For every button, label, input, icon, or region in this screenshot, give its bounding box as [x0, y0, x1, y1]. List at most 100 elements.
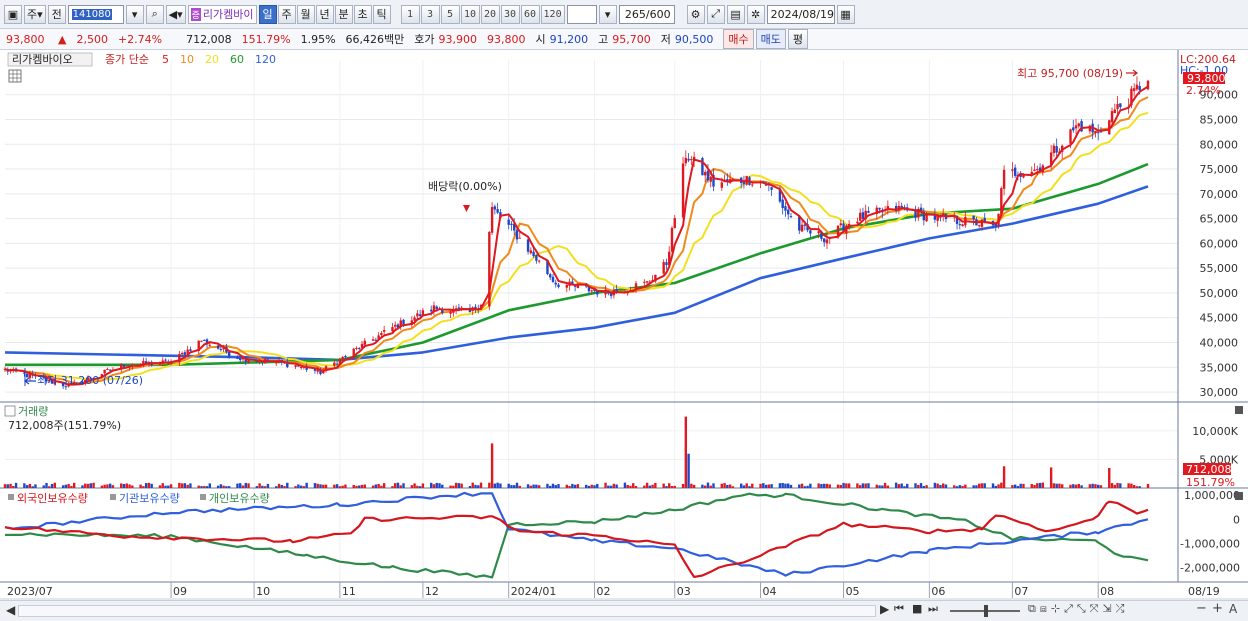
volume-bar: [781, 482, 784, 488]
period-prefix-dropdown[interactable]: 주 ▾: [24, 4, 46, 24]
volume-bar: [751, 483, 754, 488]
volume-bar: [1055, 483, 1058, 488]
prev-button[interactable]: 전: [47, 4, 66, 24]
scroll-track[interactable]: [18, 605, 876, 617]
candle-body: [861, 212, 865, 219]
candle-body: [565, 284, 569, 288]
sell-button[interactable]: 매도: [755, 29, 786, 49]
candle-body: [394, 324, 397, 327]
interval-button-1[interactable]: 1: [400, 4, 420, 24]
volume-bar: [894, 482, 898, 488]
period-tab-0[interactable]: 일: [258, 4, 277, 24]
volume-bar: [263, 486, 267, 488]
interval-dropdown-icon[interactable]: ▾: [598, 4, 617, 24]
interval-input[interactable]: [566, 4, 597, 24]
volume-bar: [836, 484, 840, 488]
volume-bar: [615, 484, 618, 488]
indicator-icon[interactable]: ⚙: [686, 4, 705, 24]
interval-button-3[interactable]: 3: [420, 4, 440, 24]
zoom-slider-handle[interactable]: [984, 605, 988, 617]
volume-bar: [258, 483, 261, 488]
volume-bar: [34, 484, 37, 488]
volume-bar: [430, 482, 433, 488]
stop-icon[interactable]: ■: [912, 602, 922, 615]
period-tab-3[interactable]: 년: [315, 4, 334, 24]
volume-bar: [477, 485, 480, 488]
interval-button-5[interactable]: 5: [440, 4, 460, 24]
volume-bar: [706, 482, 710, 488]
volume-bar: [1135, 486, 1139, 488]
volume-bar: [416, 485, 419, 488]
volume-bar: [864, 483, 867, 488]
volume-bar: [1049, 467, 1053, 488]
candle-body: [227, 351, 231, 357]
scroll-right-icon[interactable]: ▶: [880, 602, 889, 616]
volume-bar: [883, 482, 887, 488]
eval-button[interactable]: 평: [787, 29, 809, 49]
window-menu-icon[interactable]: ▣: [4, 4, 22, 24]
candle-body: [537, 260, 541, 262]
volume-bar: [983, 483, 986, 488]
period-tab-6[interactable]: 틱: [372, 4, 391, 24]
date-input[interactable]: 2024/08/19: [766, 4, 835, 24]
volume-bar: [980, 483, 984, 488]
holdings-close-icon[interactable]: [1235, 492, 1243, 500]
period-tab-5[interactable]: 초: [353, 4, 372, 24]
search-icon[interactable]: ⌕: [145, 4, 164, 24]
stock-chart[interactable]: 리가켐바이오 종가 단순 5 10 20 60 120 90,00085,00080,0…: [0, 50, 1248, 600]
count-input[interactable]: 265/600: [618, 4, 675, 24]
volume-bar: [764, 484, 768, 488]
volume-bar: [612, 483, 616, 488]
holdings-tick-label: -1,000,000: [1180, 537, 1240, 550]
high-label: 고: [598, 33, 609, 46]
volume-last-pct-tag-text: 151.79%: [1186, 476, 1235, 489]
stock-code-input[interactable]: 141080: [67, 4, 124, 24]
step-back-icon[interactable]: ⏮: [894, 602, 904, 616]
settings-icon[interactable]: ✲: [746, 4, 765, 24]
volume-bar: [302, 486, 306, 488]
interval-button-20[interactable]: 20: [480, 4, 500, 24]
interval-button-60[interactable]: 60: [520, 4, 540, 24]
price-change: 2,500: [76, 32, 108, 46]
zoom-out-icon[interactable]: −: [1196, 601, 1207, 616]
period-tab-2[interactable]: 월: [296, 4, 315, 24]
candle-body: [1138, 86, 1141, 91]
candle-body: [751, 184, 754, 186]
interval-button-10[interactable]: 10: [460, 4, 480, 24]
scroll-left-icon[interactable]: ◀: [6, 603, 15, 617]
volume-bar: [1000, 482, 1003, 488]
volume-bar: [338, 486, 342, 488]
period-tab-1[interactable]: 주: [277, 4, 296, 24]
price-tick-label: 75,000: [1200, 163, 1239, 176]
interval-button-120[interactable]: 120: [540, 4, 565, 24]
candle-body: [380, 333, 383, 335]
volume-bar: [50, 483, 54, 488]
draw-tool-icon[interactable]: ⤢: [706, 4, 725, 24]
volume-bar: [432, 484, 436, 488]
stock-name-box[interactable]: 증 리가켐바이: [187, 4, 257, 24]
price-tick-label: 55,000: [1200, 262, 1239, 275]
volume-bar: [449, 485, 452, 488]
step-forward-icon[interactable]: ⏭: [928, 602, 938, 616]
volume-bar: [845, 483, 848, 488]
volume-toggle-icon[interactable]: [4, 405, 16, 417]
interval-button-30[interactable]: 30: [500, 4, 520, 24]
volume-subtitle: 712,008주(151.79%): [8, 419, 121, 432]
volume-close-icon[interactable]: [1235, 406, 1243, 414]
volume-bar: [1041, 482, 1045, 488]
period-tab-4[interactable]: 분: [334, 4, 353, 24]
font-size-icon[interactable]: A: [1229, 602, 1237, 616]
volume-bar: [31, 486, 34, 488]
draw-tools-icon[interactable]: ⧉⧈⊹⤢⤡⤧⇲⤮: [1028, 602, 1128, 616]
code-dropdown-icon[interactable]: ▾: [125, 4, 144, 24]
save-icon[interactable]: ▤: [726, 4, 745, 24]
candle-body: [1002, 169, 1006, 189]
grid-toggle-icon[interactable]: [8, 69, 22, 83]
volume-bar: [438, 483, 441, 488]
volume-bar: [925, 485, 928, 488]
zoom-in-icon[interactable]: +: [1212, 601, 1223, 616]
calendar-icon[interactable]: ▦: [836, 4, 855, 24]
volume-bar: [1127, 483, 1130, 488]
buy-button[interactable]: 매수: [723, 29, 754, 49]
speaker-icon[interactable]: ◀▾: [165, 4, 186, 24]
